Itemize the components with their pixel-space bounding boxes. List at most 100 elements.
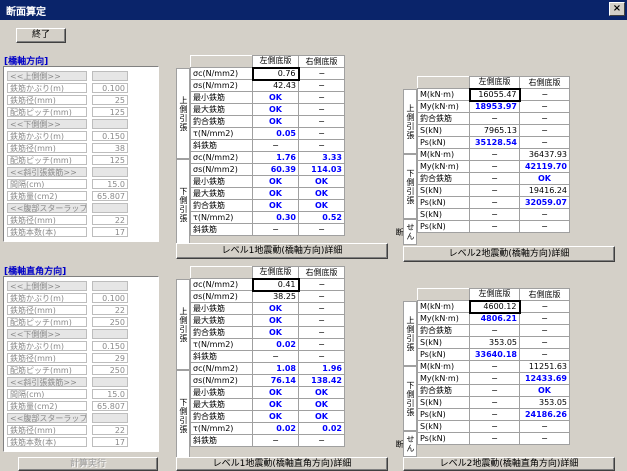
result-value-right[interactable]: 0.02 <box>298 422 345 435</box>
result-value-left[interactable]: − <box>469 324 520 337</box>
result-value-left[interactable]: − <box>469 372 520 385</box>
result-value-left[interactable]: 4600.12 <box>468 299 521 314</box>
result-value-left[interactable]: 33640.18 <box>469 348 520 361</box>
result-value-left[interactable]: 0.02 <box>252 422 299 435</box>
result-value-left[interactable]: − <box>252 223 299 236</box>
result-value-right[interactable]: − <box>298 326 345 339</box>
result-value-left[interactable]: − <box>469 112 520 125</box>
result-value-right[interactable]: OK <box>519 172 570 185</box>
rebar-param-value[interactable]: 22 <box>92 215 128 225</box>
result-value-left[interactable]: − <box>469 172 520 185</box>
result-value-left[interactable]: 0.05 <box>252 127 299 140</box>
result-value-right[interactable]: − <box>519 420 570 433</box>
rebar-param-value[interactable]: 0.150 <box>92 131 128 141</box>
level2-longitudinal-detail-button[interactable]: レベル2地震動(橋軸方向)詳細 <box>403 246 615 262</box>
result-value-left[interactable]: − <box>469 184 520 197</box>
result-value-right[interactable]: OK <box>298 410 345 423</box>
result-value-left[interactable]: 0.76 <box>251 66 300 81</box>
result-value-right[interactable]: 12433.69 <box>519 372 570 385</box>
result-value-left[interactable]: − <box>469 420 520 433</box>
result-value-left[interactable]: 16055.47 <box>468 87 521 102</box>
result-value-right[interactable]: OK <box>519 384 570 397</box>
result-value-right[interactable]: − <box>298 338 345 351</box>
rebar-param-value[interactable]: 0.100 <box>92 293 128 303</box>
result-value-left[interactable]: 1.76 <box>252 151 299 164</box>
rebar-param-value[interactable]: 17 <box>92 227 128 237</box>
rebar-param-value[interactable]: 0.100 <box>92 83 128 93</box>
result-value-right[interactable]: − <box>298 350 345 363</box>
rebar-param-value[interactable]: 0.150 <box>92 341 128 351</box>
result-value-left[interactable]: OK <box>252 199 299 212</box>
result-value-left[interactable]: 1.08 <box>252 362 299 375</box>
result-value-left[interactable]: 7965.13 <box>469 124 520 137</box>
result-value-right[interactable]: − <box>298 127 345 140</box>
result-value-left[interactable]: OK <box>252 175 299 188</box>
result-value-right[interactable]: − <box>298 290 345 303</box>
result-value-left[interactable]: − <box>469 432 520 445</box>
rebar-param-value[interactable]: 25 <box>92 95 128 105</box>
result-value-left[interactable]: OK <box>252 410 299 423</box>
result-value-right[interactable]: 19416.24 <box>519 184 570 197</box>
result-value-right[interactable]: 32059.07 <box>519 196 570 209</box>
result-value-right[interactable]: − <box>519 348 570 361</box>
result-value-right[interactable]: − <box>519 336 570 349</box>
result-value-left[interactable]: 42.43 <box>252 79 299 92</box>
result-value-right[interactable]: − <box>298 434 345 447</box>
rebar-param-value[interactable]: 250 <box>92 317 128 327</box>
result-value-left[interactable]: OK <box>252 115 299 128</box>
result-value-right[interactable]: 0.52 <box>298 211 345 224</box>
result-value-left[interactable]: − <box>469 360 520 373</box>
rebar-param-value[interactable]: 125 <box>92 107 128 117</box>
result-value-left[interactable]: 18953.97 <box>469 100 520 113</box>
result-value-left[interactable]: OK <box>252 398 299 411</box>
result-value-left[interactable]: 60.39 <box>252 163 299 176</box>
result-value-right[interactable]: − <box>519 112 570 125</box>
result-value-right[interactable]: OK <box>298 199 345 212</box>
result-value-right[interactable]: 24186.26 <box>519 408 570 421</box>
result-value-left[interactable]: − <box>469 220 520 233</box>
rebar-param-value[interactable]: 65.807 <box>92 191 128 201</box>
result-value-right[interactable]: − <box>298 139 345 152</box>
result-value-right[interactable]: − <box>519 136 570 149</box>
result-value-left[interactable]: OK <box>252 326 299 339</box>
result-value-right[interactable]: − <box>298 223 345 236</box>
result-value-right[interactable]: − <box>519 312 570 325</box>
result-value-right[interactable]: − <box>519 432 570 445</box>
end-button[interactable]: 終了 <box>16 28 66 43</box>
result-value-right[interactable]: 3.33 <box>298 151 345 164</box>
result-value-right[interactable]: OK <box>298 386 345 399</box>
result-value-left[interactable]: OK <box>252 91 299 104</box>
result-value-right[interactable]: − <box>519 220 570 233</box>
result-value-right[interactable]: − <box>519 124 570 137</box>
result-value-right[interactable]: 1.96 <box>298 362 345 375</box>
result-value-right[interactable]: 353.05 <box>519 396 570 409</box>
result-value-right[interactable]: 42119.70 <box>519 160 570 173</box>
rebar-param-value[interactable]: 250 <box>92 365 128 375</box>
result-value-left[interactable]: 0.30 <box>252 211 299 224</box>
result-value-left[interactable]: 76.14 <box>252 374 299 387</box>
result-value-left[interactable]: 353.05 <box>469 336 520 349</box>
rebar-param-value[interactable]: 65.807 <box>92 401 128 411</box>
result-value-left[interactable]: OK <box>252 386 299 399</box>
result-value-right[interactable]: − <box>519 100 570 113</box>
result-value-left[interactable]: OK <box>252 103 299 116</box>
result-value-left[interactable]: OK <box>252 187 299 200</box>
result-value-right[interactable]: − <box>519 88 570 101</box>
rebar-param-value[interactable]: 22 <box>92 305 128 315</box>
result-value-right[interactable]: − <box>298 278 345 291</box>
rebar-param-value[interactable]: 17 <box>92 437 128 447</box>
result-value-left[interactable]: − <box>469 396 520 409</box>
result-value-left[interactable]: − <box>469 148 520 161</box>
result-value-left[interactable]: OK <box>252 302 299 315</box>
result-value-left[interactable]: − <box>252 434 299 447</box>
result-value-right[interactable]: − <box>519 208 570 221</box>
result-value-left[interactable]: 4806.21 <box>469 312 520 325</box>
result-value-right[interactable]: OK <box>298 398 345 411</box>
result-value-left[interactable]: − <box>469 408 520 421</box>
result-value-left[interactable]: − <box>469 196 520 209</box>
result-value-right[interactable]: 138.42 <box>298 374 345 387</box>
rebar-param-value[interactable]: 125 <box>92 155 128 165</box>
result-value-left[interactable]: − <box>469 384 520 397</box>
close-icon[interactable]: × <box>609 2 625 16</box>
result-value-right[interactable]: − <box>519 300 570 313</box>
